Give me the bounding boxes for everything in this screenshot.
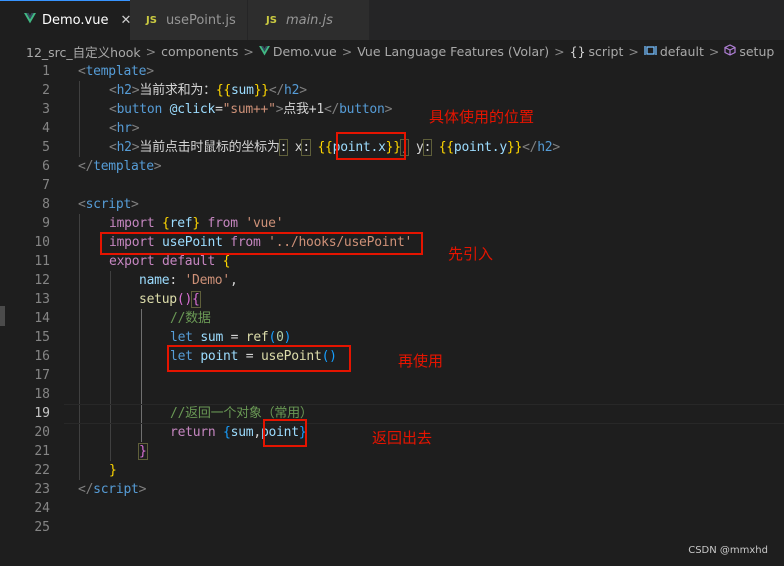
annotation-return-out: 返回出去 (372, 429, 433, 447)
annotation-import-first: 先引入 (448, 245, 494, 263)
code-line: 3 <button @click="sum++">点我+1</button> (0, 100, 784, 119)
line-number: 23 (34, 482, 50, 497)
breadcrumb-item[interactable]: 12_src_自定义hook (26, 42, 141, 61)
chevron-right-icon: > (554, 43, 565, 59)
line-number: 18 (34, 387, 50, 402)
breadcrumb: 12_src_自定义hook > components > Demo.vue >… (0, 40, 784, 62)
code-text: //数据 (170, 311, 211, 326)
line-number: 16 (34, 349, 50, 364)
code-line: 22 } (0, 461, 784, 480)
code-line: 17 (0, 366, 784, 385)
tab-usepoint-js[interactable]: JS usePoint.js (130, 0, 248, 40)
symbol-method-icon (724, 43, 736, 59)
tab-label: main.js (285, 12, 333, 28)
code-text: <h2>当前点击时鼠标的坐标为: x: {{point.x}}, y: {{po… (109, 139, 560, 156)
code-line: 1 <template> (0, 62, 784, 81)
code-text: } (109, 463, 117, 478)
code-text: setup(){ (139, 291, 201, 308)
chevron-right-icon: > (708, 43, 720, 59)
line-number: 10 (34, 235, 50, 250)
annotation-usage-location: 具体使用的位置 (429, 108, 535, 126)
chevron-right-icon: > (243, 43, 254, 59)
code-line: 7 (0, 176, 784, 195)
line-number: 13 (34, 292, 50, 307)
watermark: CSDN @mmxhd (688, 545, 768, 556)
annotation-box-return-point (263, 419, 307, 447)
code-line: 13 setup(){ (0, 290, 784, 309)
line-number: 14 (34, 311, 50, 326)
js-file-icon: JS (266, 14, 277, 26)
breadcrumb-item[interactable]: script (589, 44, 624, 59)
vue-icon (258, 44, 270, 59)
line-number: 4 (42, 121, 50, 136)
annotation-box-import (100, 232, 423, 255)
line-number: 2 (42, 83, 50, 98)
line-number: 15 (34, 330, 50, 345)
js-file-icon: JS (146, 14, 157, 26)
line-number: 5 (42, 140, 50, 155)
code-line: 8 <script> (0, 195, 784, 214)
tab-label: usePoint.js (165, 12, 236, 28)
code-line: 14 //数据 (0, 309, 784, 328)
code-line: 25 (0, 518, 784, 537)
line-number: 3 (42, 102, 50, 117)
chevron-right-icon: > (341, 43, 353, 59)
line-number: 17 (34, 368, 50, 383)
annotation-box-usepoint (167, 345, 351, 372)
code-line: 16 let point = usePoint() (0, 347, 784, 366)
code-text: <template> (78, 64, 154, 79)
line-number: 11 (34, 254, 50, 269)
line-number: 9 (42, 216, 50, 231)
line-number: 20 (34, 425, 50, 440)
line-number: 1 (42, 64, 50, 79)
tab-label: Demo.vue (42, 13, 109, 28)
code-text: </script> (78, 482, 147, 497)
breadcrumb-item[interactable]: setup (739, 44, 774, 59)
line-number: 24 (34, 501, 50, 516)
line-number: 7 (42, 178, 50, 193)
code-text: name: 'Demo', (139, 273, 238, 288)
code-text: import {ref} from 'vue' (109, 216, 284, 231)
chevron-right-icon: > (145, 43, 157, 59)
line-number: 22 (34, 463, 50, 478)
line-number: 21 (34, 444, 50, 459)
line-number: 12 (34, 273, 50, 288)
code-line: 2 <h2>当前求和为：{{sum}}</h2> (0, 81, 784, 100)
code-line: 18 (0, 385, 784, 404)
code-text: <h2>当前求和为：{{sum}}</h2> (109, 83, 307, 98)
code-line: 12 name: 'Demo', (0, 271, 784, 290)
vue-icon (24, 13, 36, 28)
symbol-variable-icon (644, 44, 657, 59)
braces-icon: {} (569, 43, 586, 59)
code-line: 9 import {ref} from 'vue' (0, 214, 784, 233)
line-number: 25 (34, 520, 50, 535)
code-text: <button @click="sum++">点我+1</button> (109, 102, 393, 117)
code-text: } (138, 443, 148, 460)
tab-main-js[interactable]: JS main.js (248, 0, 370, 40)
breadcrumb-item[interactable]: Demo.vue (273, 44, 337, 59)
code-line: 24 (0, 499, 784, 518)
editor-tab-bar: Demo.vue ✕ JS usePoint.js JS main.js (0, 0, 784, 40)
breadcrumb-item[interactable]: components (161, 44, 238, 59)
code-line-current: 19 //返回一个对象（常用） (0, 404, 784, 424)
breadcrumb-item[interactable]: default (660, 44, 704, 59)
code-text: <script> (78, 197, 139, 212)
line-number: 6 (42, 159, 50, 174)
code-editor[interactable]: 1 <template> 2 <h2>当前求和为：{{sum}}</h2> 3 … (0, 62, 784, 566)
code-line: 23 </script> (0, 480, 784, 499)
chevron-right-icon: > (628, 43, 639, 59)
tab-demo-vue[interactable]: Demo.vue ✕ (0, 0, 131, 40)
breadcrumb-item[interactable]: Vue Language Features (Volar) (357, 44, 549, 59)
code-text: </template> (78, 159, 162, 174)
annotation-box-point-x (336, 132, 406, 160)
code-text: <hr> (109, 121, 140, 136)
annotation-then-use: 再使用 (398, 352, 444, 370)
code-line: 15 let sum = ref(0) (0, 328, 784, 347)
line-number: 8 (42, 197, 50, 212)
line-number: 19 (34, 406, 50, 421)
